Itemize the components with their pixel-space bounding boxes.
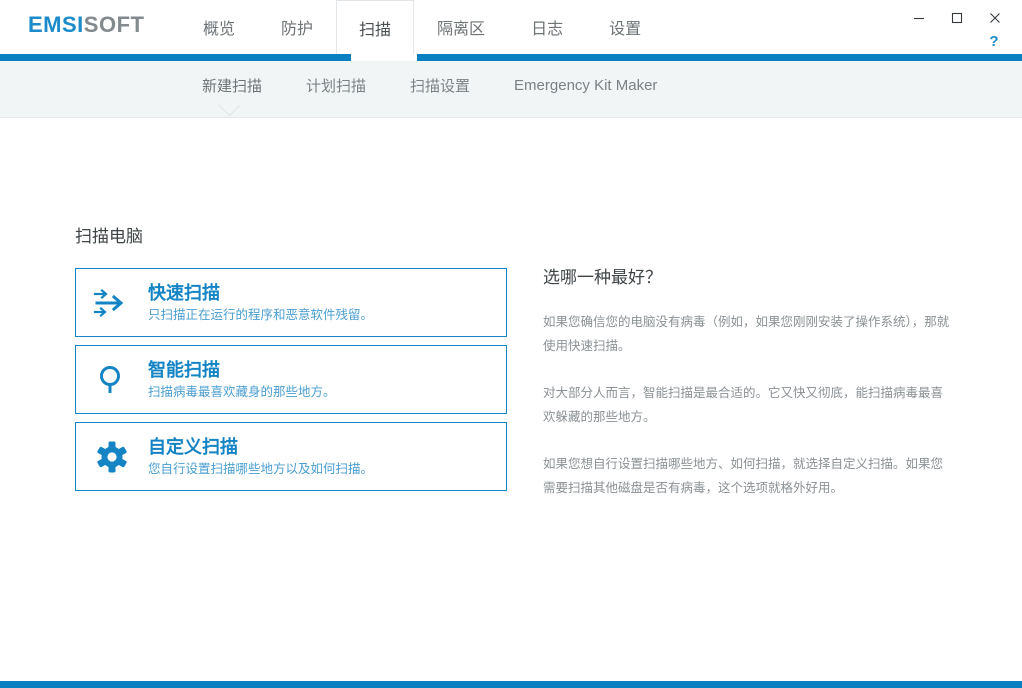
- gear-icon: [76, 440, 148, 474]
- scan-option-smart-desc: 扫描病毒最喜欢藏身的那些地方。: [148, 384, 336, 399]
- scan-option-custom-text: 自定义扫描 您自行设置扫描哪些地方以及如何扫描。: [148, 436, 385, 477]
- logo-text-primary: EMSI: [28, 12, 84, 37]
- magnifier-icon: [76, 362, 148, 398]
- scan-option-quick[interactable]: 快速扫描 只扫描正在运行的程序和恶意软件残留。: [75, 268, 507, 337]
- tab-quarantine[interactable]: 隔离区: [414, 0, 508, 54]
- arrows-right-icon: [76, 285, 148, 321]
- close-button[interactable]: [976, 4, 1014, 32]
- scan-option-smart[interactable]: 智能扫描 扫描病毒最喜欢藏身的那些地方。: [75, 345, 507, 414]
- window-controls: [900, 4, 1014, 32]
- active-subnav-indicator: [215, 105, 243, 118]
- help-panel: 选哪一种最好？ 如果您确信您的电脑没有病毒（例如，如果您刚刚安装了操作系统），那…: [543, 263, 955, 522]
- accent-rule-top: [0, 54, 1022, 61]
- scan-option-smart-text: 智能扫描 扫描病毒最喜欢藏身的那些地方。: [148, 359, 348, 400]
- main-navigation: 概览 防护 扫描 隔离区 日志 设置: [180, 0, 664, 54]
- logo-text-secondary: SOFT: [83, 12, 145, 37]
- help-paragraph-custom: 如果您想自行设置扫描哪些地方、如何扫描，就选择自定义扫描。如果您需要扫描其他磁盘…: [543, 456, 944, 495]
- maximize-icon: [951, 12, 963, 24]
- close-icon: [990, 13, 1000, 23]
- scan-option-smart-title: 智能扫描: [148, 360, 220, 381]
- tab-logs[interactable]: 日志: [508, 0, 586, 54]
- subnav-item-scan-settings[interactable]: 扫描设置: [388, 75, 492, 96]
- scan-option-quick-title: 快速扫描: [148, 283, 220, 304]
- sub-navigation: 新建扫描 计划扫描 扫描设置 Emergency Kit Maker: [0, 54, 1022, 118]
- scan-option-custom-desc: 您自行设置扫描哪些地方以及如何扫描。: [148, 461, 374, 476]
- minimize-icon: [914, 17, 924, 20]
- subnav-item-scheduled-scan[interactable]: 计划扫描: [284, 75, 388, 96]
- page-title: 扫描电脑: [75, 227, 143, 246]
- tab-settings[interactable]: 设置: [586, 0, 664, 54]
- title-bar: EMSISOFT 概览 防护 扫描 隔离区 日志 设置 ?: [0, 0, 1022, 61]
- scan-option-quick-text: 快速扫描 只扫描正在运行的程序和恶意软件残留。: [148, 282, 385, 323]
- help-button[interactable]: ?: [982, 30, 1006, 52]
- tab-protection[interactable]: 防护: [258, 0, 336, 54]
- accent-rule-bottom: [0, 681, 1022, 688]
- main-content: 扫描电脑 快速扫描 只扫描正在运行的程序和恶意软件残留。 智能扫描 扫描病毒最喜…: [0, 118, 1022, 681]
- scan-option-custom[interactable]: 自定义扫描 您自行设置扫描哪些地方以及如何扫描。: [75, 422, 507, 491]
- minimize-button[interactable]: [900, 4, 938, 32]
- scan-option-quick-desc: 只扫描正在运行的程序和恶意软件残留。: [148, 307, 374, 322]
- help-paragraph-quick: 如果您确信您的电脑没有病毒（例如，如果您刚刚安装了操作系统），那就使用快速扫描。: [543, 315, 950, 354]
- scan-options-list: 快速扫描 只扫描正在运行的程序和恶意软件残留。 智能扫描 扫描病毒最喜欢藏身的那…: [75, 268, 507, 499]
- help-panel-heading: 选哪一种最好？: [543, 268, 662, 287]
- help-paragraph-smart: 对大部分人而言，智能扫描是最合适的。它又快又彻底，能扫描病毒最喜欢躲藏的那些地方…: [543, 385, 944, 425]
- active-tab-rule-gap: [351, 54, 417, 61]
- subnav-item-new-scan[interactable]: 新建扫描: [180, 75, 284, 96]
- tab-overview[interactable]: 概览: [180, 0, 258, 54]
- tab-scan[interactable]: 扫描: [336, 0, 415, 54]
- maximize-button[interactable]: [938, 4, 976, 32]
- subnav-item-emergency-kit-maker[interactable]: Emergency Kit Maker: [492, 77, 679, 94]
- app-logo: EMSISOFT: [28, 14, 144, 36]
- scan-option-custom-title: 自定义扫描: [148, 437, 238, 458]
